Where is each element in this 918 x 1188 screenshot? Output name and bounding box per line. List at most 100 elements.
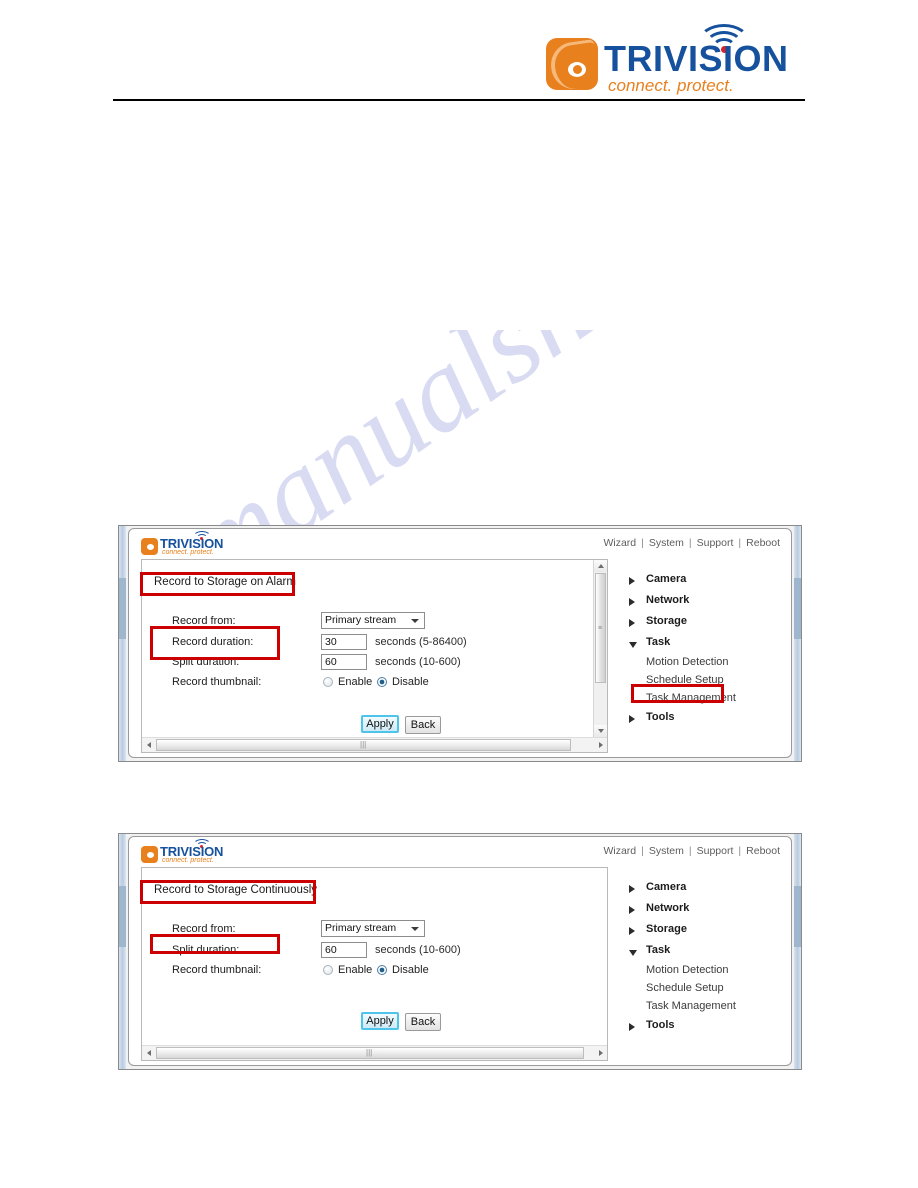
menu-item-task-management[interactable]: Task Management <box>646 692 736 704</box>
trivision-logo-small[interactable]: TRIVISION connect. protect. <box>141 531 243 557</box>
chevron-down-icon <box>411 619 419 623</box>
record-thumbnail-disable-radio[interactable] <box>377 965 387 975</box>
camera-web-ui: TRIVISION connect. protect. Wizard | Syste… <box>128 836 792 1066</box>
apply-button[interactable]: Apply <box>361 715 399 733</box>
menu-label: Network <box>646 902 690 914</box>
scroll-thumb[interactable] <box>794 885 801 947</box>
nav-separator: | <box>641 537 644 549</box>
scroll-grip-icon: ||| <box>366 1048 373 1057</box>
menu-label: Tools <box>646 1019 675 1031</box>
menu-item-motion-detection[interactable]: Motion Detection <box>646 656 729 668</box>
chevron-right-icon <box>629 715 635 723</box>
window-right-scroll-strip[interactable] <box>794 834 801 1069</box>
screenshot-record-on-alarm: TRIVISION connect. protect. Wizard | Syste… <box>118 525 802 762</box>
back-button[interactable]: Back <box>405 1013 441 1031</box>
scroll-right-arrow-icon[interactable] <box>594 738 607 752</box>
scroll-thumb[interactable] <box>119 577 126 639</box>
scroll-left-arrow-icon[interactable] <box>142 1046 155 1060</box>
content-horizontal-scrollbar[interactable]: ||| <box>142 1045 607 1060</box>
chevron-right-icon <box>629 577 635 585</box>
menu-label: Motion Detection <box>646 656 729 668</box>
trivision-eye-mark-icon <box>546 38 598 90</box>
nav-separator: | <box>641 845 644 857</box>
record-from-value: Primary stream <box>325 922 397 934</box>
nav-separator: | <box>738 845 742 857</box>
header-divider-rule <box>113 99 805 101</box>
menu-label: Storage <box>646 923 687 935</box>
menu-label: Tools <box>646 711 675 723</box>
camera-web-ui: TRIVISION connect. protect. Wizard | Syste… <box>128 528 792 758</box>
chevron-right-icon <box>629 927 635 935</box>
brand-wordmark: TRIVISION <box>604 38 789 79</box>
menu-label: Storage <box>646 615 687 627</box>
record-thumbnail-disable-radio[interactable] <box>377 677 387 687</box>
label-record-thumbnail: Record thumbnail: <box>172 676 262 688</box>
nav-wizard[interactable]: Wizard <box>602 537 637 549</box>
brand-tagline: connect. protect. <box>162 857 214 864</box>
window-right-scroll-strip[interactable] <box>794 526 801 761</box>
top-navigation: Wizard | System | Support | Reboot <box>602 845 781 857</box>
label-record-from: Record from: <box>172 615 236 627</box>
menu-label: Task <box>646 636 671 648</box>
nav-support[interactable]: Support <box>696 845 735 857</box>
chevron-right-icon <box>629 906 635 914</box>
scroll-thumb[interactable] <box>794 577 801 639</box>
scroll-down-arrow-icon[interactable] <box>594 725 607 737</box>
split-duration-input[interactable]: 60 <box>321 942 367 958</box>
menu-item-task-management[interactable]: Task Management <box>646 1000 736 1012</box>
record-from-select[interactable]: Primary stream <box>321 920 425 937</box>
label-record-thumbnail: Record thumbnail: <box>172 964 262 976</box>
window-left-scroll-strip[interactable] <box>119 526 126 761</box>
scroll-left-arrow-icon[interactable] <box>142 738 155 752</box>
ui-header-bar: TRIVISION connect. protect. Wizard | Syste… <box>129 837 791 867</box>
chevron-right-icon <box>629 885 635 893</box>
record-thumbnail-disable-label[interactable]: Disable <box>392 964 429 976</box>
record-thumbnail-enable-radio[interactable] <box>323 965 333 975</box>
nav-separator: | <box>738 537 742 549</box>
trivision-eye-mark-icon <box>141 538 158 555</box>
ui-header-bar: TRIVISION connect. protect. Wizard | Syste… <box>129 529 791 559</box>
menu-label: Network <box>646 594 690 606</box>
settings-menu-tree: Camera Network Storage Task Motion Detec… <box>629 573 779 753</box>
eye-pupil-icon <box>568 62 586 77</box>
menu-item-schedule-setup[interactable]: Schedule Setup <box>646 982 724 994</box>
apply-button[interactable]: Apply <box>361 1012 399 1030</box>
nav-system[interactable]: System <box>648 537 685 549</box>
menu-label: Schedule Setup <box>646 674 724 686</box>
back-button[interactable]: Back <box>405 716 441 734</box>
split-duration-units: seconds (10-600) <box>375 656 461 668</box>
record-thumbnail-enable-radio[interactable] <box>323 677 333 687</box>
menu-item-motion-detection[interactable]: Motion Detection <box>646 964 729 976</box>
scroll-up-arrow-icon[interactable] <box>594 560 607 572</box>
label-split-duration: Split duration: <box>172 656 240 668</box>
nav-system[interactable]: System <box>648 845 685 857</box>
chevron-right-icon <box>629 598 635 606</box>
record-duration-input[interactable]: 30 <box>321 634 367 650</box>
label-record-from: Record from: <box>172 923 236 935</box>
content-vertical-scrollbar[interactable]: ≡ <box>593 560 607 737</box>
nav-reboot[interactable]: Reboot <box>745 845 781 857</box>
scroll-thumb[interactable] <box>119 885 126 947</box>
record-thumbnail-disable-label[interactable]: Disable <box>392 676 429 688</box>
nav-wizard[interactable]: Wizard <box>602 845 637 857</box>
brand-tagline: connect. protect. <box>162 549 214 556</box>
menu-label: Task Management <box>646 692 736 704</box>
record-thumbnail-enable-label[interactable]: Enable <box>338 964 372 976</box>
nav-support[interactable]: Support <box>696 537 735 549</box>
window-left-scroll-strip[interactable] <box>119 834 126 1069</box>
scroll-right-arrow-icon[interactable] <box>594 1046 607 1060</box>
split-duration-input[interactable]: 60 <box>321 654 367 670</box>
record-thumbnail-enable-label[interactable]: Enable <box>338 676 372 688</box>
menu-label: Camera <box>646 881 687 893</box>
menu-label: Task <box>646 944 671 956</box>
nav-reboot[interactable]: Reboot <box>745 537 781 549</box>
record-from-select[interactable]: Primary stream <box>321 612 425 629</box>
scroll-grip-icon: ||| <box>360 740 367 749</box>
chevron-down-icon <box>629 950 637 956</box>
chevron-right-icon <box>629 1023 635 1031</box>
trivision-logo-small[interactable]: TRIVISION connect. protect. <box>141 839 243 865</box>
chevron-right-icon <box>629 619 635 627</box>
menu-item-schedule-setup[interactable]: Schedule Setup <box>646 674 724 686</box>
label-record-duration: Record duration: <box>172 636 254 648</box>
content-horizontal-scrollbar[interactable]: ||| <box>142 737 607 752</box>
